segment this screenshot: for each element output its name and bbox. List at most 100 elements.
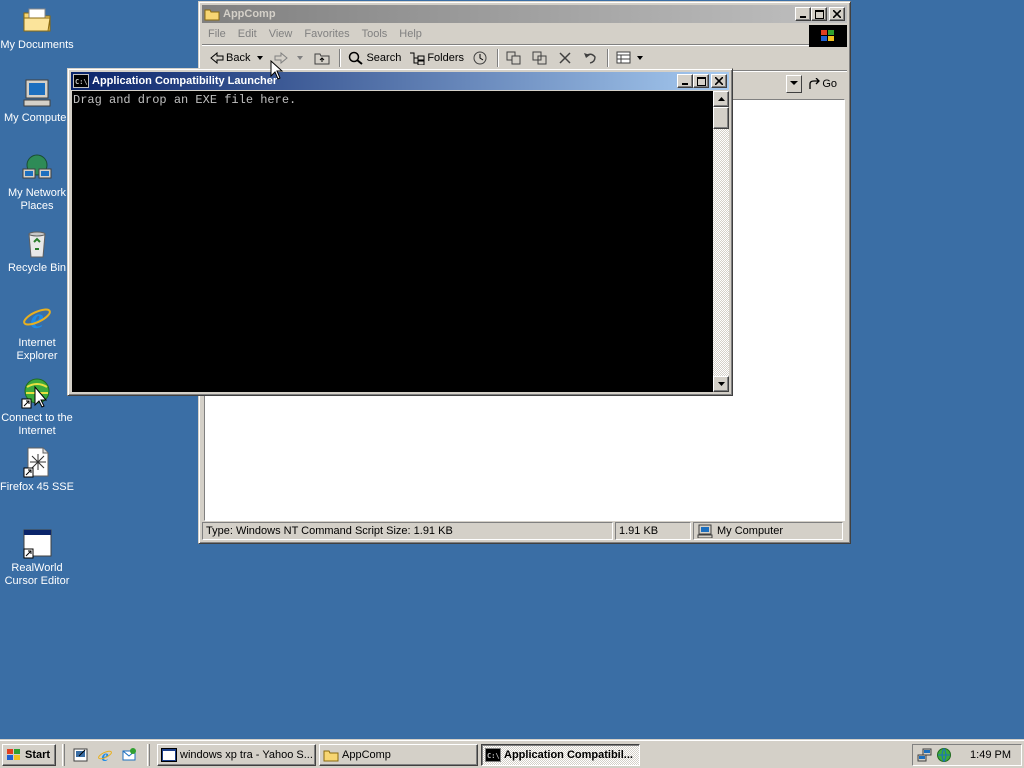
desktop-icon-label: RealWorld Cursor Editor xyxy=(4,562,70,587)
desktop-icon-internet-explorer[interactable]: e Internet Explorer xyxy=(0,302,74,363)
task-label: AppComp xyxy=(342,748,391,761)
search-button[interactable]: Search xyxy=(344,47,405,69)
dropdown-arrow-icon xyxy=(257,56,264,60)
svg-text:e: e xyxy=(101,748,108,763)
menu-edit[interactable]: Edit xyxy=(232,28,263,40)
console-scrollbar[interactable] xyxy=(713,91,729,392)
maximize-icon xyxy=(696,76,706,86)
history-button[interactable] xyxy=(468,47,494,69)
desktop-icon-label: My Documents xyxy=(0,39,74,51)
desktop-icon-my-documents[interactable]: My Documents xyxy=(0,4,74,52)
my-computer-icon xyxy=(21,77,53,109)
up-folder-button[interactable] xyxy=(310,47,336,69)
desktop-icon-firefox-shortcut[interactable]: Firefox 45 SSE xyxy=(0,446,74,494)
internet-explorer-icon: e xyxy=(98,748,112,763)
scroll-thumb[interactable] xyxy=(713,107,729,129)
task-button-app-compat-launcher[interactable]: C:\ Application Compatibil... xyxy=(481,743,640,766)
minimize-button[interactable] xyxy=(677,74,693,88)
maximize-button[interactable] xyxy=(693,74,709,88)
toolbar-separator xyxy=(607,49,610,67)
explorer-statusbar: Type: Windows NT Command Script Size: 1.… xyxy=(202,522,847,540)
search-label: Search xyxy=(366,52,402,64)
minimize-button[interactable] xyxy=(795,7,811,21)
console-titlebar[interactable]: C:\ Application Compatibility Launcher xyxy=(71,72,729,90)
my-documents-icon xyxy=(21,4,53,36)
move-to-button[interactable] xyxy=(502,47,528,69)
toolbar-separator xyxy=(497,49,500,67)
views-icon xyxy=(616,51,631,64)
desktop-icon-cursor-editor[interactable]: RealWorld Cursor Editor xyxy=(0,527,74,588)
start-button[interactable]: Start xyxy=(2,743,56,766)
folders-button[interactable]: Folders xyxy=(405,47,468,69)
move-to-icon xyxy=(506,51,521,65)
go-button[interactable]: Go xyxy=(802,77,843,90)
scroll-up-button[interactable] xyxy=(713,91,729,107)
views-button[interactable] xyxy=(612,47,650,69)
task-button-appcomp[interactable]: AppComp xyxy=(319,743,478,766)
desktop-icon-my-computer[interactable]: My Computer xyxy=(0,77,74,125)
task-label: windows xp tra - Yahoo S... xyxy=(180,748,313,761)
windows-logo-icon xyxy=(809,25,847,47)
network-tray-icon[interactable] xyxy=(917,747,933,763)
my-computer-icon xyxy=(697,524,713,538)
taskbar-grip[interactable] xyxy=(147,743,150,766)
quicklaunch-internet-explorer[interactable]: e xyxy=(96,746,114,764)
menu-file[interactable]: File xyxy=(202,28,232,40)
system-tray: 1:49 PM xyxy=(912,744,1022,766)
status-zone-label: My Computer xyxy=(717,525,784,537)
desktop-icon-label: My Computer xyxy=(3,112,71,124)
chevron-down-icon xyxy=(717,382,725,386)
back-label: Back xyxy=(226,52,251,64)
quicklaunch-show-desktop[interactable] xyxy=(72,746,90,764)
desktop-icon-connect-internet[interactable]: Connect to the Internet xyxy=(0,377,74,438)
search-icon xyxy=(349,51,364,65)
copy-to-button[interactable] xyxy=(528,47,554,69)
recycle-bin-icon xyxy=(21,227,53,259)
quicklaunch-grip[interactable] xyxy=(62,743,65,766)
firefox-shortcut-icon xyxy=(21,446,53,478)
chevron-up-icon xyxy=(717,97,725,101)
clock[interactable]: 1:49 PM xyxy=(970,749,1011,761)
minimize-icon xyxy=(800,16,806,18)
dropdown-arrow-icon xyxy=(297,56,304,60)
explorer-titlebar[interactable]: AppComp xyxy=(202,5,847,23)
globe-tray-icon[interactable] xyxy=(936,747,952,763)
scroll-down-button[interactable] xyxy=(713,376,729,392)
close-icon xyxy=(833,10,841,18)
address-dropdown-button[interactable] xyxy=(786,74,803,93)
delete-button[interactable] xyxy=(554,47,578,69)
task-button-yahoo[interactable]: windows xp tra - Yahoo S... xyxy=(157,743,316,766)
menu-help[interactable]: Help xyxy=(393,28,428,40)
console-window[interactable]: C:\ Application Compatibility Launcher D… xyxy=(67,68,733,396)
delete-icon xyxy=(559,52,571,64)
go-label: Go xyxy=(822,77,837,90)
minimize-icon xyxy=(682,83,688,85)
maximize-button[interactable] xyxy=(811,7,827,21)
desktop-icon-label: Recycle Bin xyxy=(7,262,67,274)
back-button[interactable]: Back xyxy=(206,47,270,69)
status-size: 1.91 KB xyxy=(615,522,691,540)
menu-tools[interactable]: Tools xyxy=(356,28,394,40)
console-title: Application Compatibility Launcher xyxy=(92,75,278,87)
copy-to-icon xyxy=(532,51,547,65)
desktop-icon-label: Connect to the Internet xyxy=(1,412,73,437)
start-label: Start xyxy=(25,748,51,761)
command-prompt-icon: C:\ xyxy=(73,74,89,88)
explorer-menubar: File Edit View Favorites Tools Help xyxy=(202,23,847,47)
network-places-icon xyxy=(21,152,53,184)
back-arrow-icon xyxy=(210,52,224,64)
menu-view[interactable]: View xyxy=(263,28,299,40)
dropdown-arrow-icon xyxy=(637,56,644,60)
folders-icon xyxy=(410,52,425,65)
undo-icon xyxy=(584,53,596,64)
desktop-icon-network-places[interactable]: My Network Places xyxy=(0,152,74,213)
menu-favorites[interactable]: Favorites xyxy=(298,28,355,40)
console-output[interactable]: Drag and drop an EXE file here. xyxy=(72,91,713,392)
chevron-down-icon xyxy=(790,81,799,85)
quicklaunch-outlook-express[interactable] xyxy=(120,746,138,764)
desktop-icon-recycle-bin[interactable]: Recycle Bin xyxy=(0,227,74,275)
close-button[interactable] xyxy=(711,74,727,88)
undo-button[interactable] xyxy=(578,47,604,69)
task-label: Application Compatibil... xyxy=(504,748,633,761)
close-button[interactable] xyxy=(829,7,845,21)
